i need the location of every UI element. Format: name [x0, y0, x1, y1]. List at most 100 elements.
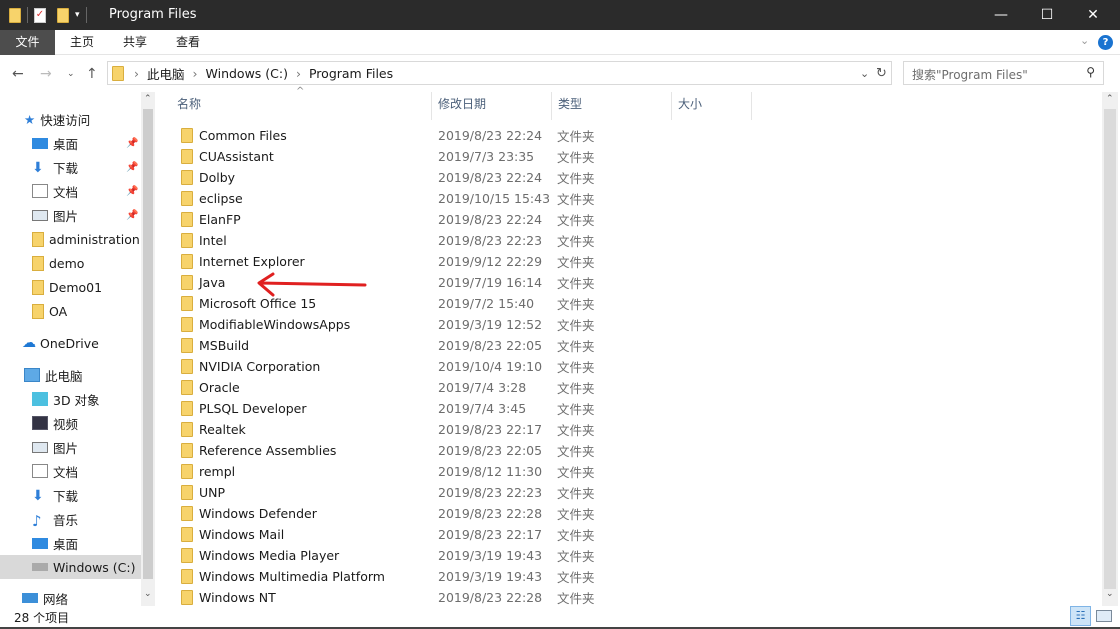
- file-row[interactable]: Intel 2019/8/23 22:23 文件夹: [175, 230, 1075, 251]
- refresh-icon[interactable]: ↻: [876, 66, 887, 81]
- column-header-type[interactable]: 类型: [558, 95, 582, 117]
- file-row[interactable]: Realtek 2019/8/23 22:17 文件夹: [175, 419, 1075, 440]
- file-list-scrollbar[interactable]: ⌃ ⌄: [1102, 92, 1118, 606]
- expand-ribbon-icon[interactable]: ⌄: [1080, 34, 1089, 47]
- sidebar-item[interactable]: administration: [0, 227, 141, 251]
- sidebar-item[interactable]: 文档: [0, 459, 141, 483]
- scroll-up-icon[interactable]: ⌃: [1106, 94, 1114, 104]
- address-dropdown-icon[interactable]: ⌄: [860, 67, 869, 80]
- maximize-button[interactable]: ☐: [1024, 0, 1070, 30]
- breadcrumb-program-files[interactable]: Program Files: [309, 66, 393, 81]
- file-row[interactable]: Dolby 2019/8/23 22:24 文件夹: [175, 167, 1075, 188]
- divider: [85, 7, 87, 23]
- forward-button[interactable]: →: [40, 66, 52, 82]
- pin-icon[interactable]: 📌: [126, 186, 138, 197]
- file-row[interactable]: ModifiableWindowsApps 2019/3/19 12:52 文件夹: [175, 314, 1075, 335]
- file-row[interactable]: NVIDIA Corporation 2019/10/4 19:10 文件夹: [175, 356, 1075, 377]
- file-row[interactable]: CUAssistant 2019/7/3 23:35 文件夹: [175, 146, 1075, 167]
- new-folder-icon[interactable]: [57, 7, 69, 23]
- file-date: 2019/9/12 22:29: [438, 254, 543, 269]
- details-view-button[interactable]: ☷: [1070, 606, 1091, 626]
- file-row[interactable]: Common Files 2019/8/23 22:24 文件夹: [175, 125, 1075, 146]
- up-button[interactable]: ↑: [86, 66, 98, 82]
- scroll-up-icon[interactable]: ⌃: [144, 94, 152, 104]
- folder-icon: [181, 527, 193, 542]
- folder-icon: [181, 422, 193, 437]
- file-row[interactable]: Windows Defender 2019/8/23 22:28 文件夹: [175, 503, 1075, 524]
- sidebar-item[interactable]: 图片 📌: [0, 203, 141, 227]
- star-icon: ★: [24, 111, 36, 127]
- pin-icon[interactable]: 📌: [126, 210, 138, 221]
- column-divider[interactable]: [671, 92, 672, 120]
- large-icons-view-button[interactable]: [1096, 610, 1112, 622]
- desktop-icon: [32, 137, 48, 149]
- column-header-name[interactable]: 名称: [177, 95, 201, 117]
- minimize-button[interactable]: —: [978, 0, 1024, 30]
- sidebar-item[interactable]: Windows (C:): [0, 555, 141, 579]
- properties-icon[interactable]: ✓: [34, 7, 46, 23]
- column-divider[interactable]: [751, 92, 752, 120]
- sort-ascending-icon: ^: [296, 86, 305, 97]
- search-icon[interactable]: ⚲: [1086, 65, 1095, 79]
- file-row[interactable]: Oracle 2019/7/4 3:28 文件夹: [175, 377, 1075, 398]
- chevron-right-icon[interactable]: ›: [134, 66, 139, 81]
- sidebar-item[interactable]: 桌面 📌: [0, 131, 141, 155]
- sidebar-item[interactable]: 文档 📌: [0, 179, 141, 203]
- sidebar-scrollbar[interactable]: ⌃ ⌄: [141, 92, 155, 606]
- file-type: 文件夹: [557, 297, 595, 312]
- folder-icon: [32, 231, 44, 247]
- recent-locations-button[interactable]: ⌄: [67, 69, 75, 79]
- tab-file[interactable]: 文件: [0, 30, 55, 55]
- file-list-scroll-thumb[interactable]: [1104, 109, 1116, 589]
- column-divider[interactable]: [431, 92, 432, 120]
- tab-view[interactable]: 查看: [162, 30, 214, 55]
- breadcrumb-drive[interactable]: Windows (C:): [206, 66, 288, 81]
- tab-share[interactable]: 共享: [109, 30, 161, 55]
- sidebar-scroll-thumb[interactable]: [143, 109, 153, 579]
- file-row[interactable]: UNP 2019/8/23 22:23 文件夹: [175, 482, 1075, 503]
- sidebar-item[interactable]: ♪ 音乐: [0, 507, 141, 531]
- file-row[interactable]: PLSQL Developer 2019/7/4 3:45 文件夹: [175, 398, 1075, 419]
- file-type: 文件夹: [557, 402, 595, 417]
- help-icon[interactable]: ?: [1098, 35, 1113, 50]
- pin-icon[interactable]: 📌: [126, 138, 138, 149]
- file-name: Windows Multimedia Platform: [199, 569, 385, 584]
- column-header-size[interactable]: 大小: [678, 95, 702, 117]
- breadcrumb-this-pc[interactable]: 此电脑: [147, 64, 185, 83]
- file-row[interactable]: MSBuild 2019/8/23 22:05 文件夹: [175, 335, 1075, 356]
- scroll-down-icon[interactable]: ⌄: [144, 589, 152, 599]
- search-input[interactable]: 搜索"Program Files" ⚲: [903, 61, 1104, 85]
- back-button[interactable]: ←: [12, 66, 24, 82]
- column-header-date[interactable]: 修改日期: [438, 95, 486, 117]
- file-row[interactable]: Windows NT 2019/8/23 22:28 文件夹: [175, 587, 1075, 608]
- sidebar-item[interactable]: 图片: [0, 435, 141, 459]
- file-row[interactable]: Reference Assemblies 2019/8/23 22:05 文件夹: [175, 440, 1075, 461]
- scroll-down-icon[interactable]: ⌄: [1106, 589, 1114, 599]
- file-row[interactable]: Windows Mail 2019/8/23 22:17 文件夹: [175, 524, 1075, 545]
- file-row[interactable]: rempl 2019/8/12 11:30 文件夹: [175, 461, 1075, 482]
- folder-icon: [9, 7, 21, 23]
- customize-toolbar-icon[interactable]: ▾: [75, 10, 80, 20]
- sidebar-item-label: administration: [49, 231, 140, 247]
- file-row[interactable]: Internet Explorer 2019/9/12 22:29 文件夹: [175, 251, 1075, 272]
- close-button[interactable]: ✕: [1070, 0, 1116, 30]
- file-row[interactable]: ElanFP 2019/8/23 22:24 文件夹: [175, 209, 1075, 230]
- chevron-right-icon[interactable]: ›: [296, 66, 301, 81]
- file-row[interactable]: Windows Media Player 2019/3/19 19:43 文件夹: [175, 545, 1075, 566]
- sidebar-item[interactable]: ⬇ 下载 📌: [0, 155, 141, 179]
- sidebar-item[interactable]: OA: [0, 299, 141, 323]
- file-row[interactable]: eclipse 2019/10/15 15:43 文件夹: [175, 188, 1075, 209]
- pin-icon[interactable]: 📌: [126, 162, 138, 173]
- address-bar[interactable]: › 此电脑 › Windows (C:) › Program Files ⌄ ↻: [107, 61, 892, 85]
- sidebar-item[interactable]: ⬇ 下载: [0, 483, 141, 507]
- folder-icon: [32, 279, 44, 295]
- sidebar-item[interactable]: 视频: [0, 411, 141, 435]
- sidebar-item[interactable]: Demo01: [0, 275, 141, 299]
- sidebar-item[interactable]: 桌面: [0, 531, 141, 555]
- sidebar-item[interactable]: 3D 对象: [0, 387, 141, 411]
- chevron-right-icon[interactable]: ›: [193, 66, 198, 81]
- file-row[interactable]: Windows Multimedia Platform 2019/3/19 19:…: [175, 566, 1075, 587]
- tab-home[interactable]: 主页: [56, 30, 108, 55]
- sidebar-item[interactable]: demo: [0, 251, 141, 275]
- column-divider[interactable]: [551, 92, 552, 120]
